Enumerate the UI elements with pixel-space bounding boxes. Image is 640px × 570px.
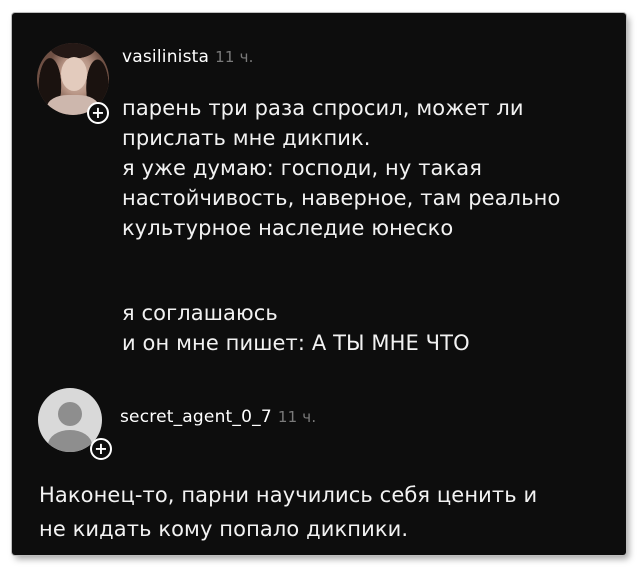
comment-line: прислать мне дикпик. [122,126,371,150]
comment-thread: + vasilinista 11 ч. парень три раза спрос… [12,13,626,555]
username[interactable]: secret_agent_0_7 [120,407,272,427]
comment-line: и он мне пишет: А ТЫ МНЕ ЧТО [122,331,470,355]
timestamp: 11 ч. [215,48,254,66]
follow-plus-icon[interactable]: + [90,438,112,460]
user-silhouette-icon [58,402,82,426]
comment-body-continued: я соглашаюсь и он мне пишет: А ТЫ МНЕ ЧТ… [122,298,622,358]
follow-plus-icon[interactable]: + [87,102,109,124]
comment-body: Наконец-то, парни научились себя ценить … [39,478,629,546]
comment-line: настойчивость, наверное, там реально [122,186,561,210]
comment-header: secret_agent_0_7 11 ч. [120,407,316,427]
comment-line: не кидать кому попало дикпики. [39,517,409,541]
comment-line: Наконец-то, парни научились себя ценить … [39,483,538,507]
comment-line: культурное наследие юнеско [122,216,454,240]
comment-line: парень три раза спросил, может ли [122,96,524,120]
username[interactable]: vasilinista [122,47,209,67]
comment-body: парень три раза спросил, может ли присла… [122,93,622,243]
comment-line: я уже думаю: господи, ну такая [122,156,482,180]
comment-line: я соглашаюсь [122,301,278,325]
timestamp: 11 ч. [277,408,317,426]
comment-header: vasilinista 11 ч. [122,47,254,67]
